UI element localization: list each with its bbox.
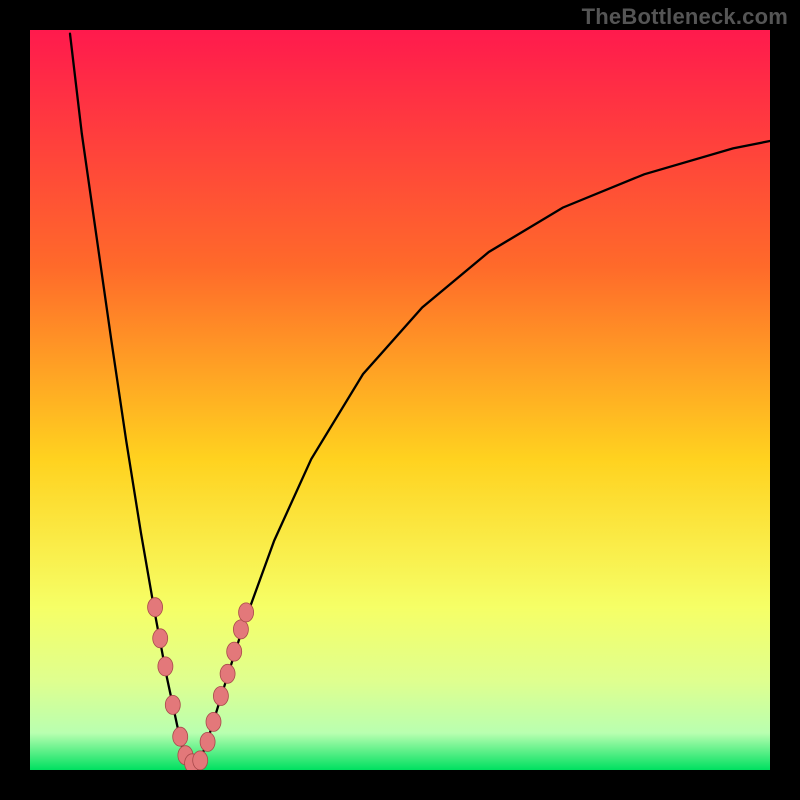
marker-group <box>148 598 254 770</box>
descending-curve <box>70 34 186 764</box>
curve-marker <box>233 620 248 639</box>
curve-marker <box>213 687 228 706</box>
curve-marker <box>193 751 208 770</box>
curve-marker <box>206 712 221 731</box>
chart-frame: TheBottleneck.com <box>0 0 800 800</box>
curve-marker <box>173 727 188 746</box>
curve-marker <box>200 732 215 751</box>
curve-marker <box>239 603 254 622</box>
curve-marker <box>153 629 168 648</box>
curve-marker <box>148 598 163 617</box>
plot-area <box>30 30 770 770</box>
watermark-text: TheBottleneck.com <box>582 4 788 30</box>
curve-marker <box>227 642 242 661</box>
curve-marker <box>158 657 173 676</box>
ascending-curve <box>199 141 770 764</box>
curve-marker <box>220 664 235 683</box>
curve-marker <box>165 695 180 714</box>
curve-layer <box>30 30 770 770</box>
